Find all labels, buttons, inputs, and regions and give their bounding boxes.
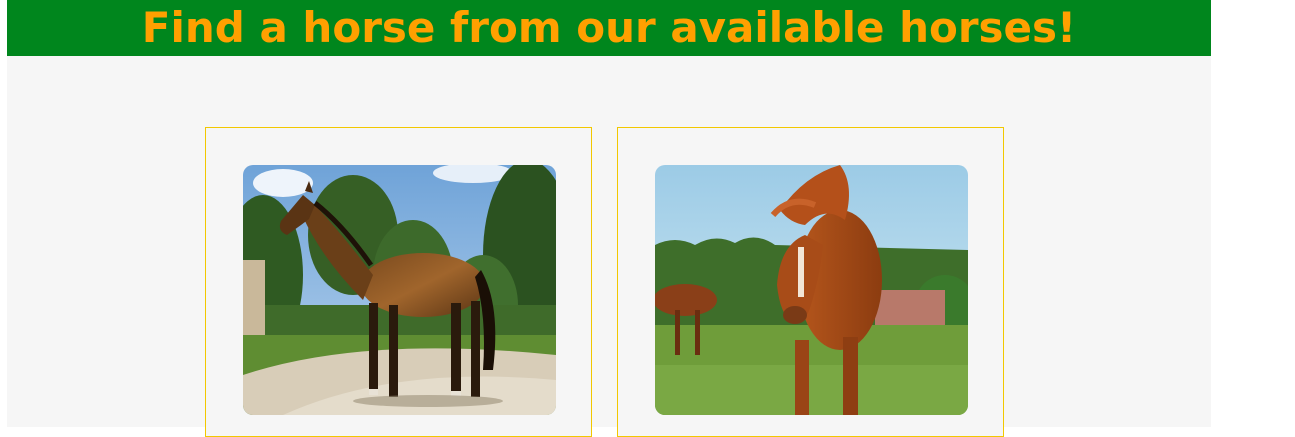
- horse-card[interactable]: [617, 127, 1004, 437]
- page-title: Find a horse from our available horses!: [141, 3, 1077, 52]
- bay-horse-photo[interactable]: [243, 165, 556, 415]
- horse-card[interactable]: [205, 127, 592, 437]
- page-content: Find a horse from our available horses!: [7, 0, 1211, 437]
- page-header: Find a horse from our available horses!: [7, 0, 1211, 56]
- chestnut-horse-photo[interactable]: [655, 165, 968, 415]
